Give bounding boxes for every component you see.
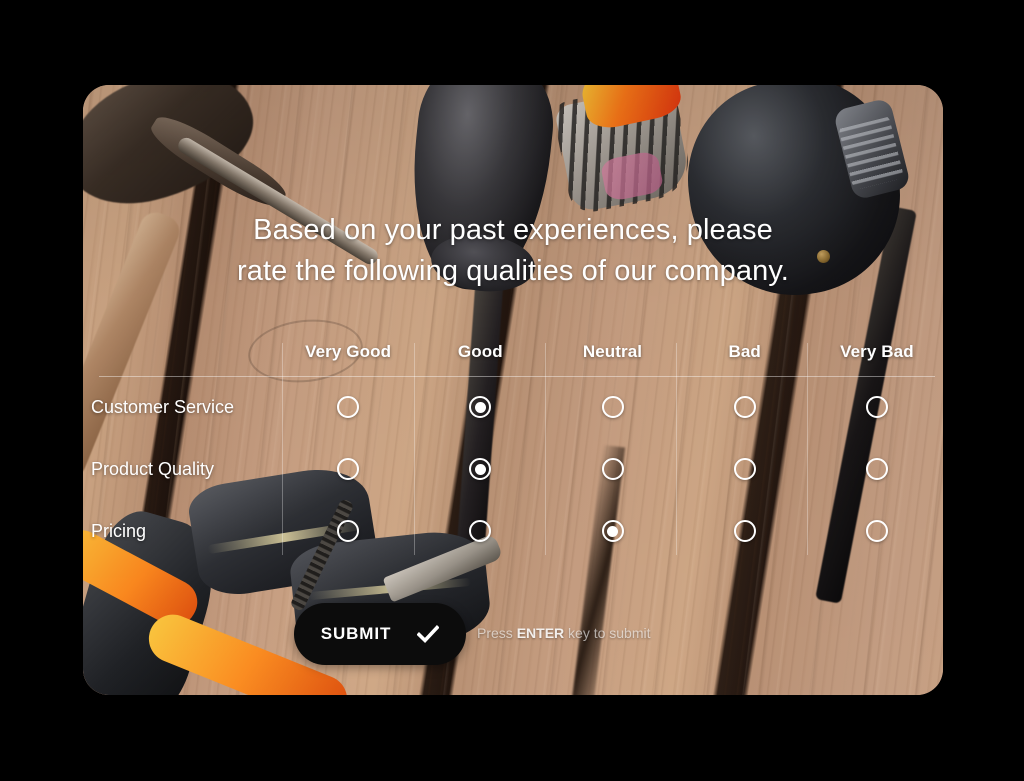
question-title-line-1: Based on your past experiences, please bbox=[253, 214, 773, 246]
cell-product-quality-good[interactable] bbox=[414, 438, 546, 500]
radio-pricing-neutral[interactable] bbox=[601, 520, 624, 542]
row-label-pricing: Pricing bbox=[91, 520, 147, 541]
matrix-column-separator-5 bbox=[807, 343, 808, 555]
question-title: Based on your past experiences, please r… bbox=[83, 210, 943, 292]
radio-dot bbox=[607, 525, 618, 537]
column-header-bad: Bad bbox=[728, 342, 761, 361]
enter-hint-suffix: key to submit bbox=[564, 625, 651, 641]
radio-customer-service-very-bad[interactable] bbox=[865, 396, 888, 418]
table-row: Customer Service bbox=[83, 376, 943, 438]
survey-content: Based on your past experiences, please r… bbox=[83, 85, 943, 695]
cell-pricing-good[interactable] bbox=[414, 500, 546, 562]
radio-pricing-very-good[interactable] bbox=[337, 520, 360, 542]
cell-customer-service-neutral[interactable] bbox=[546, 376, 678, 438]
submit-button[interactable]: SUBMIT bbox=[294, 603, 466, 665]
table-row: Product Quality bbox=[83, 438, 943, 500]
radio-product-quality-very-good[interactable] bbox=[337, 458, 360, 480]
radio-customer-service-bad[interactable] bbox=[733, 396, 756, 418]
question-title-line-2: rate the following qualities of our comp… bbox=[237, 255, 789, 287]
matrix-header-row: Very Good Good Neutral Bad Very Bad bbox=[83, 328, 943, 376]
cell-pricing-neutral[interactable] bbox=[546, 500, 678, 562]
cell-product-quality-bad[interactable] bbox=[679, 438, 811, 500]
radio-customer-service-good[interactable] bbox=[469, 396, 492, 418]
enter-hint-prefix: Press bbox=[477, 625, 517, 641]
cell-pricing-bad[interactable] bbox=[679, 500, 811, 562]
radio-pricing-bad[interactable] bbox=[733, 520, 756, 542]
radio-pricing-very-bad[interactable] bbox=[865, 520, 888, 542]
matrix-column-separator-2 bbox=[414, 343, 415, 555]
column-header-neutral: Neutral bbox=[582, 342, 643, 361]
matrix-column-separator-3 bbox=[545, 343, 546, 555]
table-row: Pricing bbox=[83, 500, 943, 562]
cell-customer-service-very-bad[interactable] bbox=[811, 376, 943, 438]
enter-hint-key: ENTER bbox=[516, 625, 565, 641]
matrix-column-separator-4 bbox=[676, 343, 677, 555]
radio-customer-service-neutral[interactable] bbox=[601, 396, 624, 418]
radio-product-quality-neutral[interactable] bbox=[601, 458, 624, 480]
radio-customer-service-very-good[interactable] bbox=[337, 396, 360, 418]
cell-customer-service-good[interactable] bbox=[414, 376, 546, 438]
cell-product-quality-very-bad[interactable] bbox=[811, 438, 943, 500]
radio-dot bbox=[474, 463, 486, 475]
radio-dot bbox=[474, 401, 486, 413]
cell-customer-service-bad[interactable] bbox=[679, 376, 811, 438]
column-header-very-bad: Very Bad bbox=[840, 342, 914, 361]
radio-pricing-good[interactable] bbox=[469, 520, 492, 542]
survey-card: Based on your past experiences, please r… bbox=[83, 85, 943, 695]
screen: Based on your past experiences, please r… bbox=[0, 0, 1024, 781]
matrix-column-separator-1 bbox=[282, 343, 283, 555]
radio-product-quality-good[interactable] bbox=[469, 458, 492, 480]
cell-product-quality-neutral[interactable] bbox=[546, 438, 678, 500]
rating-matrix: Very Good Good Neutral Bad Very Bad Cust… bbox=[83, 328, 943, 562]
submit-button-label: SUBMIT bbox=[320, 624, 392, 643]
radio-product-quality-very-bad[interactable] bbox=[865, 458, 888, 480]
column-header-very-good: Very Good bbox=[305, 342, 392, 361]
enter-key-hint: Press ENTER key to submit bbox=[477, 625, 651, 641]
cell-pricing-very-bad[interactable] bbox=[811, 500, 943, 562]
cell-pricing-very-good[interactable] bbox=[282, 500, 414, 562]
check-icon bbox=[417, 625, 440, 643]
row-label-product-quality: Product Quality bbox=[91, 458, 215, 479]
cell-customer-service-very-good[interactable] bbox=[282, 376, 414, 438]
radio-product-quality-bad[interactable] bbox=[733, 458, 756, 480]
column-header-good: Good bbox=[457, 342, 503, 361]
cell-product-quality-very-good[interactable] bbox=[282, 438, 414, 500]
row-label-customer-service: Customer Service bbox=[91, 396, 235, 417]
